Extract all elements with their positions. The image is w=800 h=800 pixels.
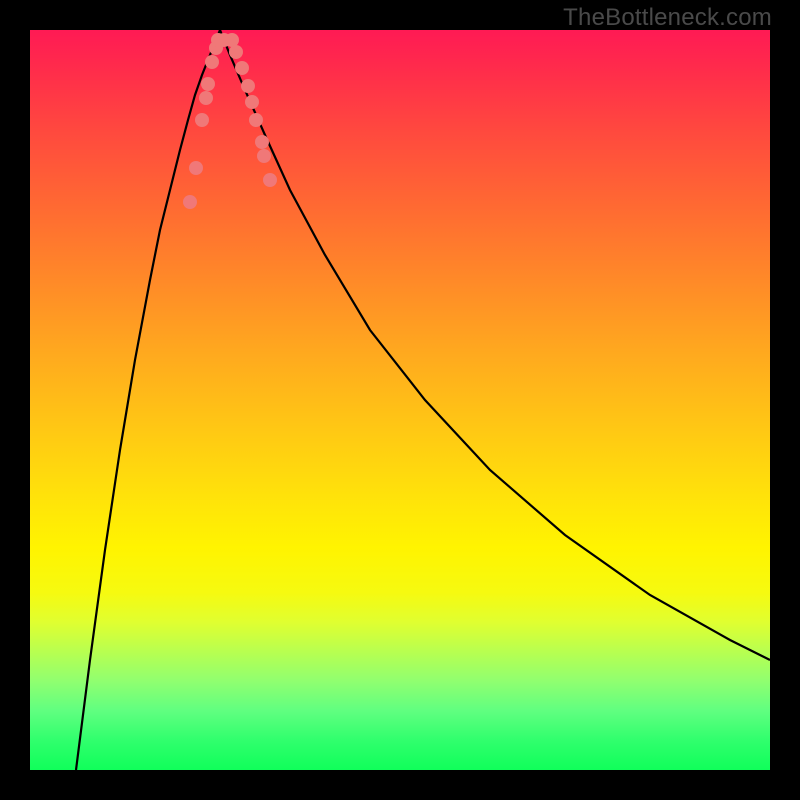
data-dot: [199, 91, 213, 105]
data-dot: [189, 161, 203, 175]
data-dot: [183, 195, 197, 209]
data-dot: [235, 61, 249, 75]
chart-frame: TheBottleneck.com: [0, 0, 800, 800]
attribution-text: TheBottleneck.com: [563, 4, 772, 32]
data-dot: [255, 135, 269, 149]
data-dot: [225, 33, 239, 47]
plot-area: [30, 30, 770, 770]
data-dots: [183, 33, 277, 209]
data-dot: [201, 77, 215, 91]
data-dot: [241, 79, 255, 93]
left-curve: [76, 30, 220, 770]
data-dot: [257, 149, 271, 163]
data-dot: [249, 113, 263, 127]
data-dot: [245, 95, 259, 109]
data-dot: [195, 113, 209, 127]
data-dot: [205, 55, 219, 69]
right-curve: [220, 30, 770, 660]
chart-svg: [30, 30, 770, 770]
data-dot: [229, 45, 243, 59]
data-dot: [263, 173, 277, 187]
